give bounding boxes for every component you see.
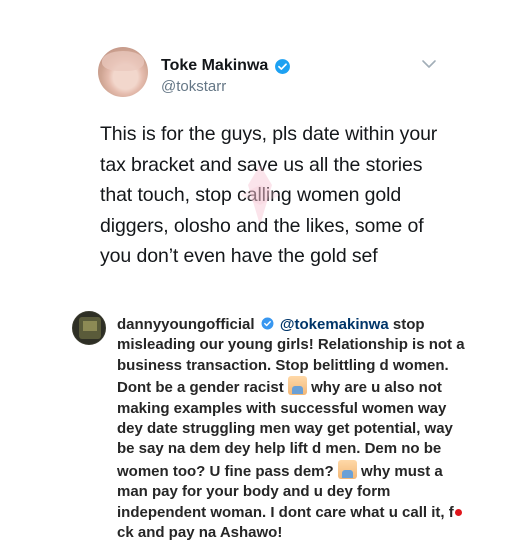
tweet-handle[interactable]: @tokstarr [161, 78, 226, 95]
man-shrugging-emoji-icon [287, 376, 307, 396]
tweet-display-name[interactable]: Toke Makinwa [161, 57, 268, 75]
tweet-author: Toke Makinwa [161, 57, 291, 75]
red-circle-icon [454, 508, 462, 516]
commenter-avatar[interactable] [72, 311, 106, 345]
tweet-card: Toke Makinwa @tokstarr This is for the g… [0, 0, 528, 310]
verified-icon [261, 317, 274, 330]
comment-part-4: ck and pay na Ashawo! [117, 524, 283, 542]
mention-link[interactable]: @tokemakinwa [280, 316, 389, 333]
chevron-down-icon[interactable] [421, 59, 437, 69]
comment-text: dannyyoungofficial @tokemakinwa stop mis… [117, 315, 472, 543]
commenter-username[interactable]: dannyyoungofficial [117, 316, 255, 333]
verified-icon [275, 58, 291, 74]
man-shrugging-emoji-icon [337, 459, 357, 479]
avatar-photo-detail [83, 321, 97, 331]
tweet-avatar[interactable] [98, 47, 148, 97]
tweet-text: This is for the guys, pls date within yo… [100, 123, 438, 267]
avatar-photo [102, 51, 144, 71]
